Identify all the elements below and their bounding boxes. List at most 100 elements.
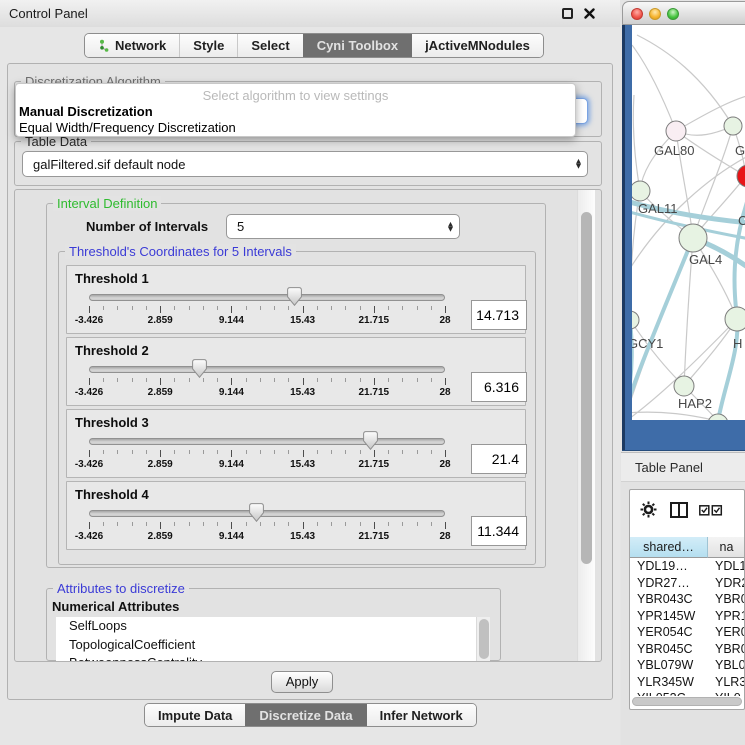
table-row[interactable]: YER054CYER0 <box>630 624 745 641</box>
threshold-value-field[interactable]: 6.316 <box>471 372 527 402</box>
column-header[interactable]: shared… <box>630 537 708 558</box>
network-node-c[interactable] <box>737 165 745 187</box>
algorithm-option[interactable]: Equal Width/Frequency Discretization <box>16 120 575 136</box>
network-edge[interactable] <box>632 320 684 386</box>
table-cell[interactable]: YER054C <box>630 624 708 641</box>
zoom-traffic-light-icon[interactable] <box>667 8 679 20</box>
tab-discretize-data[interactable]: Discretize Data <box>245 704 365 726</box>
close-traffic-light-icon[interactable] <box>631 8 643 20</box>
slider-thumb[interactable] <box>287 287 302 306</box>
table-cell[interactable]: YPR1 <box>708 608 745 625</box>
tick-mark <box>388 522 389 526</box>
tab-select[interactable]: Select <box>237 34 302 57</box>
threshold-box: Threshold 4-3.4262.8599.14415.4321.71528… <box>66 481 526 550</box>
table-cell[interactable]: YBR0 <box>708 591 745 608</box>
tab-network[interactable]: Network <box>85 34 179 57</box>
attribute-list-item[interactable]: SelfLoops <box>56 617 490 636</box>
table-cell[interactable]: YER0 <box>708 624 745 641</box>
gear-icon[interactable] <box>640 501 657 518</box>
slider-track[interactable] <box>89 366 445 373</box>
tick-mark <box>103 306 104 310</box>
threshold-value-field[interactable]: 11.344 <box>471 516 527 546</box>
table-cell[interactable]: YDL1 <box>708 558 745 575</box>
attribute-list-item[interactable]: BetweennessCentrality <box>56 654 490 661</box>
table-cell[interactable]: YDR27… <box>630 575 708 592</box>
tick-mark <box>231 450 232 457</box>
select-columns-icon[interactable] <box>699 505 723 516</box>
tab-infer-network[interactable]: Infer Network <box>366 704 476 726</box>
tab-cyni-toolbox[interactable]: Cyni Toolbox <box>303 34 411 57</box>
network-window-titlebar[interactable] <box>622 1 745 25</box>
table-row[interactable]: YBR043CYBR0 <box>630 591 745 608</box>
table-row[interactable]: YBL079WYBL0 <box>630 657 745 674</box>
network-node-ga[interactable] <box>724 117 742 135</box>
tab-impute-data[interactable]: Impute Data <box>145 704 245 726</box>
table-cell[interactable]: YBR0 <box>708 641 745 658</box>
attributes-list-scrollbar[interactable] <box>476 617 490 661</box>
slider-thumb[interactable] <box>363 431 378 450</box>
tab-jactivemnodules[interactable]: jActiveMNodules <box>411 34 543 57</box>
number-of-intervals-combo[interactable]: 5 ▲▼ <box>226 214 460 239</box>
network-node-gal4[interactable] <box>679 224 707 252</box>
table-cell[interactable]: YLR345W <box>630 674 708 691</box>
table-cell[interactable]: YIL0 <box>708 690 745 696</box>
algorithm-option[interactable]: Manual Discretization <box>16 104 575 120</box>
network-node-h[interactable] <box>725 307 745 331</box>
attribute-list-item[interactable]: TopologicalCoefficient <box>56 636 490 655</box>
table-row[interactable]: YLR345WYLR3 <box>630 674 745 691</box>
top-tab-bar: NetworkStyleSelectCyni ToolboxjActiveMNo… <box>84 33 544 58</box>
table-row[interactable]: YBR045CYBR0 <box>630 641 745 658</box>
table-cell[interactable]: YBR045C <box>630 641 708 658</box>
column-header[interactable]: na <box>708 537 745 558</box>
table-cell[interactable]: YBR043C <box>630 591 708 608</box>
table-cell[interactable]: YBL0 <box>708 657 745 674</box>
network-node-gal80[interactable] <box>666 121 686 141</box>
horizontal-scrollbar-thumb[interactable] <box>632 697 742 706</box>
table-cell[interactable]: YIL052C <box>630 690 708 696</box>
table-data-combo[interactable]: galFiltered.sif default node ▲▼ <box>22 151 588 177</box>
close-icon[interactable] <box>584 8 595 19</box>
table-row[interactable]: YDR27…YDR2 <box>630 575 745 592</box>
network-node-gcy1[interactable] <box>632 311 639 329</box>
table-row[interactable]: YPR145WYPR1 <box>630 608 745 625</box>
network-edge[interactable] <box>637 35 733 126</box>
threshold-value-field[interactable]: 14.713 <box>471 300 527 330</box>
network-node-hap2[interactable] <box>674 376 694 396</box>
table-cell[interactable]: YDL19… <box>630 558 708 575</box>
split-panel-icon[interactable] <box>670 502 688 518</box>
table-row[interactable]: YIL052CYIL0 <box>630 690 745 696</box>
tick-mark <box>388 378 389 382</box>
slider-thumb[interactable] <box>192 359 207 378</box>
vertical-scrollbar-thumb[interactable] <box>581 212 592 564</box>
attributes-list-scrollbar-thumb[interactable] <box>479 619 489 659</box>
threshold-box: Threshold 3-3.4262.8599.14415.4321.71528… <box>66 409 526 478</box>
tick-mark <box>317 522 318 526</box>
vertical-scrollbar[interactable] <box>577 190 595 661</box>
network-edge[interactable] <box>632 45 676 131</box>
threshold-value-field[interactable]: 21.4 <box>471 444 527 474</box>
attributes-group-label: Attributes to discretize <box>53 581 189 596</box>
apply-button[interactable]: Apply <box>271 671 333 693</box>
scale-label: 2.859 <box>148 531 173 542</box>
slider-track[interactable] <box>89 438 445 445</box>
network-node[interactable] <box>708 414 728 420</box>
table-cell[interactable]: YLR3 <box>708 674 745 691</box>
tick-mark <box>103 378 104 382</box>
slider-thumb[interactable] <box>249 503 264 522</box>
slider-track[interactable] <box>89 510 445 517</box>
table-cell[interactable]: YBL079W <box>630 657 708 674</box>
slider-track[interactable] <box>89 294 445 301</box>
tick-mark <box>345 522 346 526</box>
network-node-gal11[interactable] <box>632 181 650 201</box>
float-window-icon[interactable] <box>562 8 573 19</box>
network-edge[interactable] <box>633 95 640 191</box>
tick-mark <box>146 450 147 454</box>
minimize-traffic-light-icon[interactable] <box>649 8 661 20</box>
tick-mark <box>174 306 175 310</box>
table-cell[interactable]: YDR2 <box>708 575 745 592</box>
tab-style[interactable]: Style <box>179 34 237 57</box>
table-cell[interactable]: YPR145W <box>630 608 708 625</box>
network-canvas[interactable]: GAL80GACGAL11GAL4GCY1HHAP2 <box>632 25 745 420</box>
table-row[interactable]: YDL19…YDL1 <box>630 558 745 575</box>
network-edge[interactable] <box>632 412 718 420</box>
